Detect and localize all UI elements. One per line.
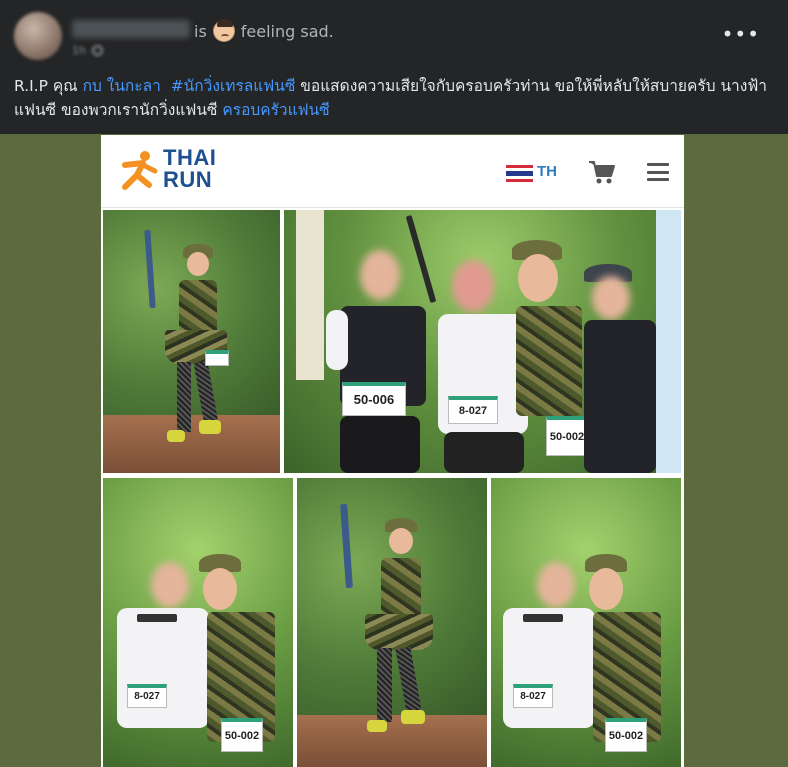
mention-link[interactable]: กบ ในกะลา [83, 77, 161, 95]
bib-50-006: 50-006 [342, 382, 406, 416]
author-name-blurred[interactable] [72, 20, 190, 38]
status-prefix: is [194, 21, 207, 41]
text-prefix: R.I.P คุณ [14, 77, 83, 95]
hashtag-link[interactable]: #นักวิ่งเทรลแฟนซี [171, 77, 296, 95]
sad-emoji-icon [212, 19, 235, 42]
more-icon[interactable]: ••• [722, 22, 760, 46]
photo-runner-single-1[interactable] [103, 210, 280, 473]
bib-8-027: 8-027 [448, 396, 498, 424]
site-logo-text[interactable]: THAI RUN [163, 147, 216, 191]
timestamp-blurred[interactable]: 1h [72, 44, 86, 57]
cart-icon[interactable] [588, 159, 616, 185]
post-meta: 1h [72, 44, 103, 57]
site-header: THAI RUN TH [101, 135, 684, 207]
avatar[interactable] [14, 12, 62, 60]
bib-8-027-pair-2: 8-027 [513, 684, 553, 708]
post-image[interactable]: THAI RUN TH 50-006 8-027 50-002 8-027 50… [0, 134, 788, 767]
feeling-text: feeling sad. [240, 21, 334, 41]
photo-runners-pair-1[interactable]: 8-027 50-002 [103, 478, 293, 767]
post-text: R.I.P คุณ กบ ในกะลา #นักวิ่งเทรลแฟนซี ขอ… [14, 74, 774, 122]
header-divider [101, 207, 684, 208]
globe-icon [91, 45, 103, 56]
photo-runner-single-2[interactable] [297, 478, 487, 767]
bib-50-002-pair-2: 50-002 [605, 718, 647, 752]
bib-50-002-pair-1: 50-002 [221, 718, 263, 752]
bib-8-027-pair-1: 8-027 [127, 684, 167, 708]
hamburger-menu-icon[interactable] [647, 163, 669, 181]
logo-line-1: THAI [163, 145, 217, 170]
runner-logo-icon [122, 151, 158, 190]
bib-50-002: 50-002 [546, 416, 588, 456]
thairun-screenshot: THAI RUN TH 50-006 8-027 50-002 8-027 50… [101, 135, 684, 767]
logo-line-2: RUN [163, 167, 213, 192]
photo-runners-pair-2[interactable]: 8-027 50-002 [491, 478, 681, 767]
language-selector[interactable]: TH [537, 163, 557, 180]
feeling-status: is feeling sad. [194, 19, 334, 42]
thai-flag-icon[interactable] [506, 165, 533, 182]
photo-runners-group[interactable]: 50-006 8-027 50-002 [284, 210, 681, 473]
post-header: is feeling sad. 1h ••• [0, 0, 788, 62]
group-link[interactable]: ครอบครัวแฟนซี [222, 101, 329, 119]
